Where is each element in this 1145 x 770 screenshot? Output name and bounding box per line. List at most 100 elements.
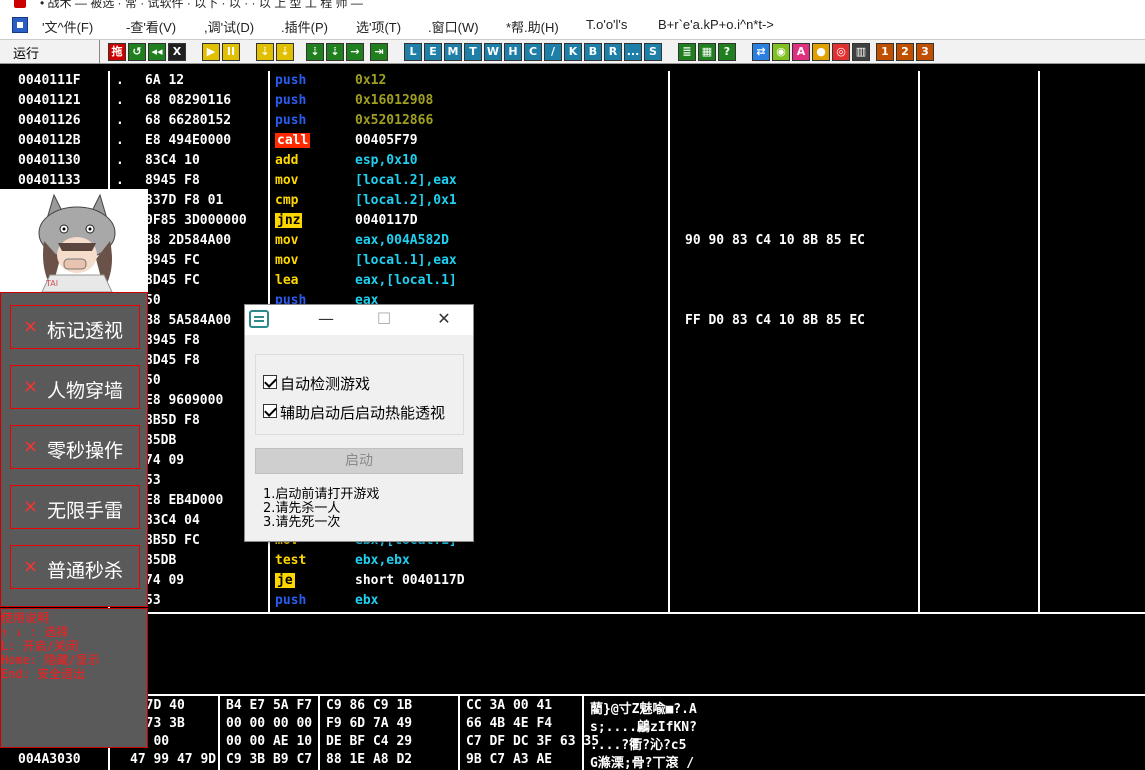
disasm-row[interactable]: E8 EB4D000 bbox=[0, 491, 1145, 511]
disasm-row[interactable]: 00401130. 83C4 10 add esp,0x10 bbox=[0, 151, 1145, 171]
mnemonic: push bbox=[275, 593, 307, 608]
menu-window[interactable]: .窗口(W) bbox=[428, 17, 479, 36]
menu-plugins[interactable]: .插件(P) bbox=[281, 17, 328, 36]
disasm-row[interactable]: 00401133. 8945 F8 mov [local.2],eax bbox=[0, 171, 1145, 191]
cheat-toggle-instant-kill[interactable]: × 普通秒杀 bbox=[10, 545, 140, 589]
checkbox-checked-icon[interactable] bbox=[263, 375, 277, 389]
cheat-toggle-esp[interactable]: × 标记透视 bbox=[10, 305, 140, 349]
disasm-row[interactable]: 50 bbox=[0, 371, 1145, 391]
toolbar-button[interactable]: ⇣ bbox=[306, 43, 324, 61]
disasm-row[interactable]: 0F85 3D000000 jnz 0040117D bbox=[0, 211, 1145, 231]
disasm-row[interactable]: 00401174.53pushebx bbox=[0, 591, 1145, 611]
disasm-row[interactable]: 8D45 FC lea eax,[local.1] bbox=[0, 271, 1145, 291]
disassembly-pane[interactable]: 0040111F. 6A 12 push 0x12 00401121. 68 082901… bbox=[0, 71, 1145, 612]
address: 00401126 bbox=[18, 113, 81, 128]
toolbar-button[interactable]: ▥ bbox=[852, 43, 870, 61]
disasm-row[interactable]: 00401121. 68 08290116 push 0x16012908 bbox=[0, 91, 1145, 111]
toolbar-button[interactable]: K bbox=[564, 43, 582, 61]
cheat-toggle-infinite-grenade[interactable]: × 无限手雷 bbox=[10, 485, 140, 529]
toolbar-button[interactable]: R bbox=[604, 43, 622, 61]
menu-options[interactable]: 选'项(T) bbox=[356, 17, 401, 36]
dump-bytes: 00 00 00 00 bbox=[226, 716, 313, 731]
toolbar-button[interactable]: X bbox=[168, 43, 186, 61]
menu-view[interactable]: -查'看(V) bbox=[126, 17, 176, 36]
disasm-row[interactable]: B8 5A584A00 FF D0 83 C4 10 8B 85 EC bbox=[0, 311, 1145, 331]
disasm-row[interactable]: B8 2D584A00 mov eax,004A582D 90 90 83 C4 10… bbox=[0, 231, 1145, 251]
toolbar-button[interactable]: ⇥ bbox=[370, 43, 388, 61]
close-button[interactable]: ✕ bbox=[431, 308, 457, 330]
toolbar-button[interactable]: 拖 bbox=[108, 43, 126, 61]
toolbar-button[interactable]: S bbox=[644, 43, 662, 61]
dump-row[interactable]: 2 7D 40 B4 E7 5A F7 C9 86 C9 1B CC 3A 00 41… bbox=[0, 696, 1145, 717]
start-button[interactable]: 启动 bbox=[255, 448, 463, 474]
toolbar-button[interactable]: ⇄ bbox=[752, 43, 770, 61]
disasm-row[interactable]: 8945 F8x bbox=[0, 331, 1145, 351]
toolbar-button[interactable]: 2 bbox=[896, 43, 914, 61]
toolbar-button[interactable]: ◉ bbox=[772, 43, 790, 61]
toolbar-button[interactable]: II bbox=[222, 43, 240, 61]
toolbar-button[interactable]: 3 bbox=[916, 43, 934, 61]
toolbar-button[interactable]: 1 bbox=[876, 43, 894, 61]
disasm-row[interactable]: E8 9609000 bbox=[0, 391, 1145, 411]
menu-tools[interactable]: T.o'o'l's bbox=[586, 17, 627, 32]
operands: 0x12 bbox=[355, 73, 387, 88]
cheat-toggle-zero-second[interactable]: × 零秒操作 bbox=[10, 425, 140, 469]
jump-marker: . bbox=[116, 153, 124, 168]
toolbar-button[interactable]: ◂◂ bbox=[148, 43, 166, 61]
run-status: 运行 bbox=[0, 40, 100, 64]
toolbar-button[interactable]: ⇣ bbox=[256, 43, 274, 61]
toolbar-button[interactable]: C bbox=[524, 43, 542, 61]
dump-row[interactable]: 004A302000 0000 00 AE 10DE BF C4 29C7 DF… bbox=[0, 732, 1145, 753]
disasm-row[interactable]: 8B5D F8] bbox=[0, 411, 1145, 431]
checkbox-checked-icon[interactable] bbox=[263, 404, 277, 418]
disasm-row[interactable]: 8D45 F8] bbox=[0, 351, 1145, 371]
toolbar-button[interactable]: ⇣ bbox=[326, 43, 344, 61]
opcode-bytes: E8 9609000 bbox=[145, 393, 224, 408]
toolbar-button[interactable]: ⇣ bbox=[276, 43, 294, 61]
toolbar-button[interactable]: T bbox=[464, 43, 482, 61]
disasm-row[interactable]: 74 096D bbox=[0, 451, 1145, 471]
menu-help[interactable]: *帮.助(H) bbox=[506, 17, 559, 36]
minimize-button[interactable]: — bbox=[313, 308, 339, 330]
menu-debug[interactable]: ,调'试(D) bbox=[204, 17, 254, 36]
toolbar-button[interactable]: → bbox=[346, 43, 364, 61]
toolbar-button[interactable]: ... bbox=[624, 43, 642, 61]
toolbar-button[interactable]: W bbox=[484, 43, 502, 61]
menu-file[interactable]: '文^件(F) bbox=[42, 17, 93, 36]
toolbar-button[interactable]: H bbox=[504, 43, 522, 61]
disasm-row[interactable]: 85DB bbox=[0, 431, 1145, 451]
debugger-app-icon[interactable] bbox=[12, 17, 28, 33]
toolbar-button[interactable]: E bbox=[424, 43, 442, 61]
disasm-row[interactable]: 0040111F. 6A 12 push 0x12 bbox=[0, 71, 1145, 91]
disasm-row[interactable]: 0040112B. E8 494E0000 call 00405F79 bbox=[0, 131, 1145, 151]
disasm-row[interactable]: 53 bbox=[0, 471, 1145, 491]
toolbar-button[interactable]: L bbox=[404, 43, 422, 61]
disasm-row[interactable]: 00401126. 68 66280152 push 0x52012866 bbox=[0, 111, 1145, 131]
disasm-row[interactable]: 837D F8 01 cmp [local.2],0x1 bbox=[0, 191, 1145, 211]
toolbar-button[interactable]: ◎ bbox=[832, 43, 850, 61]
toolbar-button[interactable]: B bbox=[584, 43, 602, 61]
dialog-title-bar[interactable]: — ☐ ✕ bbox=[245, 305, 473, 335]
dump-row[interactable]: 004A3030 47 99 47 9D C9 3B B9 C7 88 1E A8 D… bbox=[0, 750, 1145, 770]
toolbar-button[interactable]: ↺ bbox=[128, 43, 146, 61]
toolbar-button[interactable]: ● bbox=[812, 43, 830, 61]
menu-breakpoint[interactable]: B+r`e'a.kP+o.i^n*t-> bbox=[658, 17, 774, 32]
opcode-bytes: 74 09 bbox=[145, 453, 185, 468]
disasm-row[interactable]: 8945 FC mov [local.1],eax bbox=[0, 251, 1145, 271]
disasm-row[interactable]: 85DB test ebx,ebx bbox=[0, 551, 1145, 571]
disasm-row[interactable]: 8B5D FCmovebx,[local.1] bbox=[0, 531, 1145, 551]
toolbar-button[interactable]: ▦ bbox=[698, 43, 716, 61]
dump-row[interactable]: D 73 3B 00 00 00 00 F9 6D 7A 49 66 4B 4E F4… bbox=[0, 714, 1145, 735]
toolbar-button[interactable]: ≣ bbox=[678, 43, 696, 61]
toolbar-button[interactable]: ? bbox=[718, 43, 736, 61]
disasm-row[interactable]: 74 09 je short 0040117D bbox=[0, 571, 1145, 591]
toolbar-button[interactable]: M bbox=[444, 43, 462, 61]
memory-dump-pane[interactable]: 2 7D 40 B4 E7 5A F7 C9 86 C9 1B CC 3A 00 41… bbox=[0, 696, 1145, 770]
toolbar-button[interactable]: ▶ bbox=[202, 43, 220, 61]
toolbar-button[interactable]: / bbox=[544, 43, 562, 61]
maximize-button[interactable]: ☐ bbox=[371, 308, 397, 330]
disasm-row[interactable]: 50 push eax bbox=[0, 291, 1145, 311]
cheat-toggle-wallhack[interactable]: × 人物穿墙 bbox=[10, 365, 140, 409]
toolbar-button[interactable]: A bbox=[792, 43, 810, 61]
disasm-row[interactable]: 83C4 04 bbox=[0, 511, 1145, 531]
